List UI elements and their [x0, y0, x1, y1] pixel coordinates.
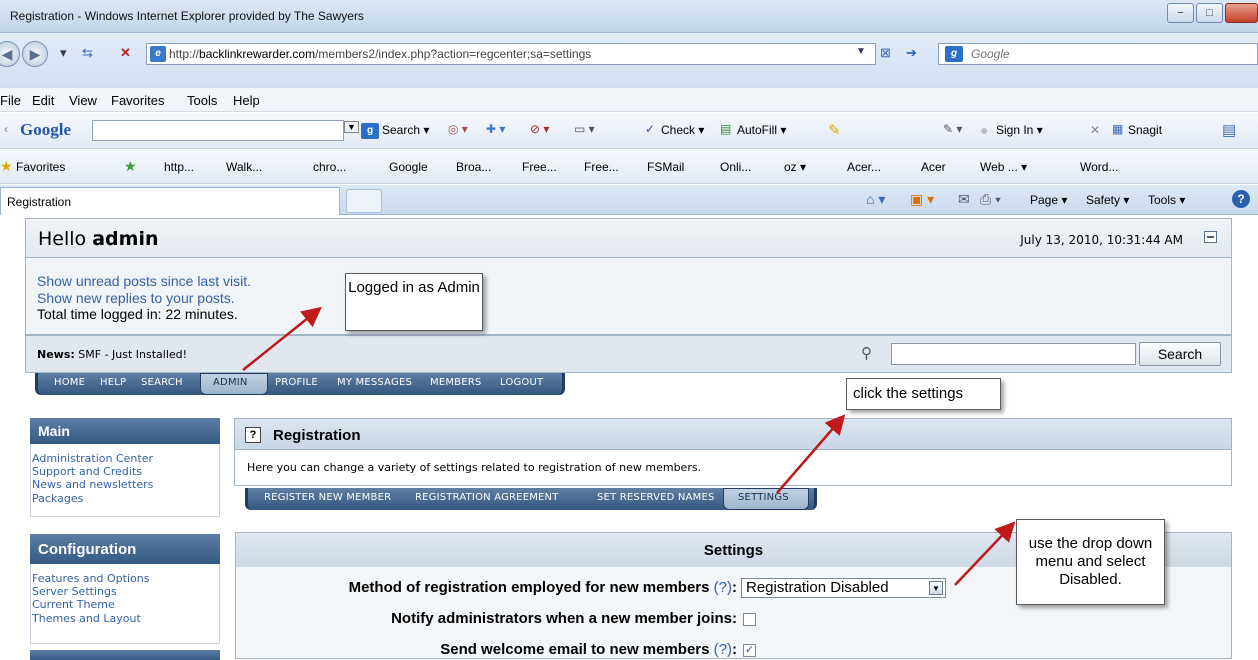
arrow-to-dropdown — [954, 521, 1016, 586]
arrow-to-settings-tab — [776, 414, 846, 494]
arrow-to-admin — [242, 306, 322, 371]
annotation-arrows — [242, 306, 1016, 586]
